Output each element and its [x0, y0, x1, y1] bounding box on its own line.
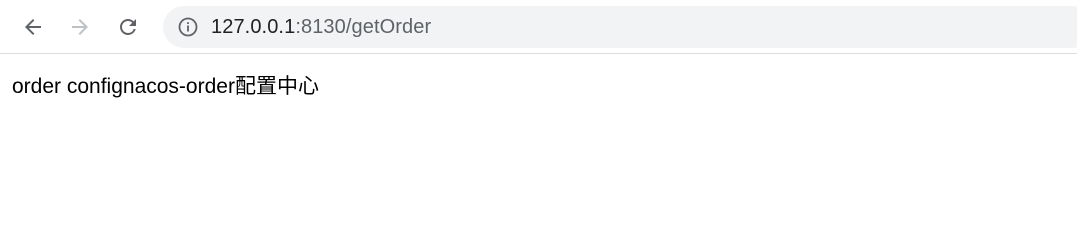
url-text[interactable]: 127.0.0.1:8130/getOrder — [211, 6, 431, 48]
url-host: 127.0.0.1 — [211, 16, 296, 38]
reload-button[interactable] — [112, 11, 144, 43]
arrow-right-icon — [68, 15, 92, 39]
url-path: :8130/getOrder — [295, 16, 432, 38]
reload-icon — [116, 15, 140, 39]
page-body-text: order confignacos-order配置中心 — [12, 75, 319, 98]
browser-toolbar: 127.0.0.1:8130/getOrder — [0, 0, 1077, 54]
address-bar[interactable]: 127.0.0.1:8130/getOrder — [163, 6, 1077, 48]
info-icon[interactable] — [177, 16, 199, 38]
back-button[interactable] — [17, 11, 49, 43]
forward-button[interactable] — [64, 11, 96, 43]
arrow-left-icon — [21, 15, 45, 39]
